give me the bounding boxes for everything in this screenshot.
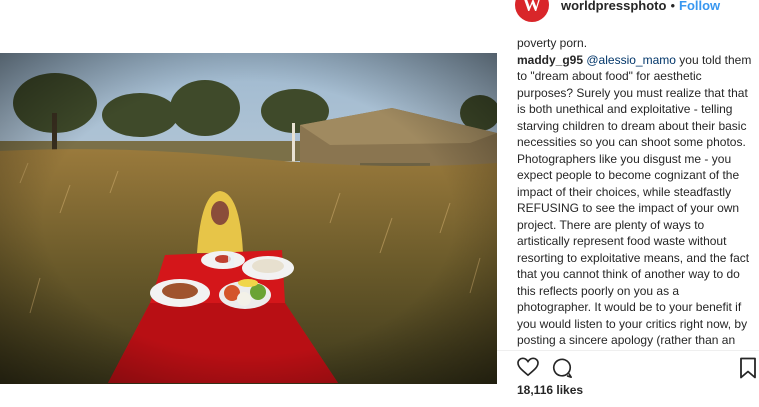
heart-icon[interactable]: [517, 357, 539, 377]
comment-item: maddy_g95 @alessio_mamo you told them to…: [517, 52, 753, 351]
comments-list[interactable]: poverty porn. maddy_g95 @alessio_mamo yo…: [517, 35, 753, 350]
comment-partial: poverty porn.: [517, 36, 588, 50]
comment-text: you told them to "dream about food" for …: [517, 52, 752, 351]
photo-image: [0, 53, 497, 384]
avatar[interactable]: W: [515, 0, 549, 22]
comment-icon[interactable]: [551, 357, 573, 379]
post-header: W worldpressphoto • Follow: [515, 0, 720, 22]
action-bar: [517, 357, 757, 379]
follow-button[interactable]: Follow: [679, 0, 720, 13]
username-link[interactable]: worldpressphoto: [561, 0, 666, 13]
divider: [497, 350, 759, 351]
separator-dot: •: [670, 0, 676, 13]
post-sidebar: W worldpressphoto • Follow poverty porn.…: [497, 0, 759, 407]
comment-mention[interactable]: @alessio_mamo: [586, 53, 676, 67]
bookmark-icon[interactable]: [739, 357, 757, 379]
likes-count[interactable]: 18,116 likes: [517, 383, 583, 397]
post-photo[interactable]: [0, 53, 497, 384]
comment-username[interactable]: maddy_g95: [517, 53, 583, 67]
